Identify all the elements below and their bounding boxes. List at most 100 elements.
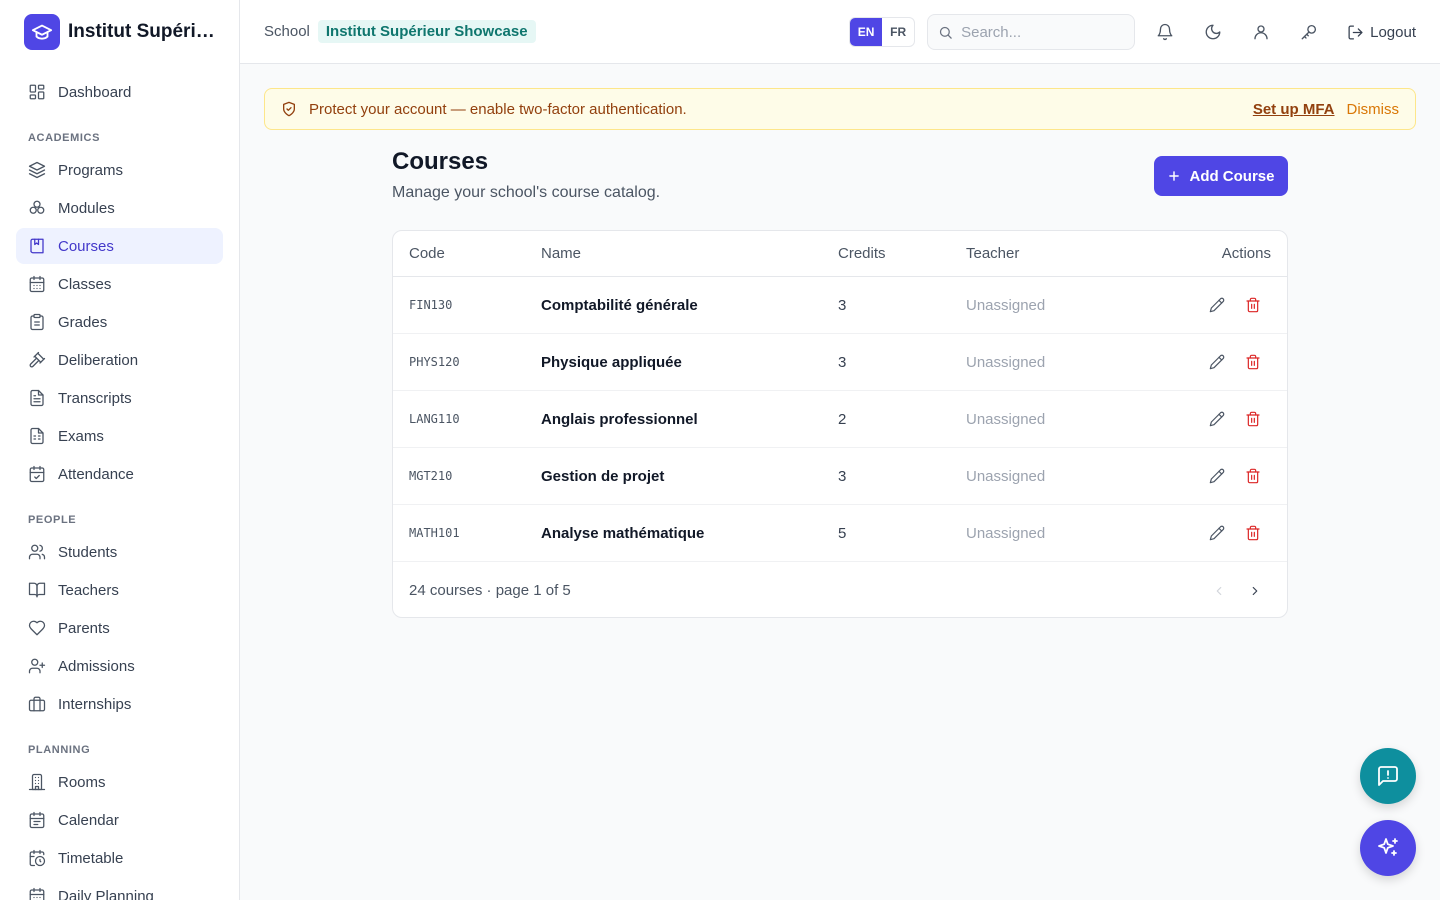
book-open-icon	[28, 581, 46, 599]
sidebar-item-teachers[interactable]: Teachers	[16, 572, 223, 608]
sidebar-item-daily-planning[interactable]: Daily Planning	[16, 878, 223, 900]
edit-button[interactable]	[1205, 521, 1229, 545]
calendar-clock-icon	[28, 849, 46, 867]
col-header-credits[interactable]: Credits	[838, 245, 886, 262]
table-row[interactable]: FIN130 Comptabilité générale 3 Unassigned	[393, 277, 1287, 334]
sidebar-item-modules[interactable]: Modules	[16, 190, 223, 226]
edit-button[interactable]	[1205, 350, 1229, 374]
course-code: MATH101	[409, 526, 460, 540]
sidebar-item-label: Dashboard	[58, 83, 132, 101]
course-credits: 3	[838, 353, 847, 371]
add-course-button[interactable]: Add Course	[1154, 156, 1288, 196]
sidebar-section-planning: PLANNING	[28, 744, 91, 756]
sidebar-item-calendar[interactable]: Calendar	[16, 802, 223, 838]
course-teacher: Unassigned	[966, 524, 1046, 542]
sidebar-item-grades[interactable]: Grades	[16, 304, 223, 340]
lang-fr-button[interactable]: FR	[882, 18, 914, 46]
row-actions	[1205, 293, 1265, 317]
sidebar-item-label: Students	[58, 543, 118, 561]
table-row[interactable]: LANG110 Anglais professionnel 2 Unassigned	[393, 391, 1287, 448]
search-box	[927, 14, 1136, 50]
security-key-button[interactable]	[1291, 14, 1327, 50]
calendar-days-icon	[28, 811, 46, 829]
course-name: Analyse mathématique	[541, 524, 705, 542]
notifications-button[interactable]	[1147, 14, 1183, 50]
course-credits: 3	[838, 296, 847, 314]
briefcase-icon	[28, 695, 46, 713]
delete-button[interactable]	[1241, 407, 1265, 431]
sidebar-item-deliberation[interactable]: Deliberation	[16, 342, 223, 378]
sidebar-item-students[interactable]: Students	[16, 534, 223, 570]
sidebar-item-exams[interactable]: Exams	[16, 418, 223, 454]
delete-button[interactable]	[1241, 350, 1265, 374]
trash-icon	[1245, 525, 1261, 541]
feedback-button[interactable]	[1360, 748, 1416, 804]
logout-button[interactable]: Logout	[1347, 24, 1416, 41]
table-row[interactable]: MATH101 Analyse mathématique 5 Unassigned	[393, 505, 1287, 562]
prev-page-button[interactable]	[1207, 579, 1231, 603]
courses-table: Code Name Credits Teacher Actions FIN130…	[392, 230, 1288, 618]
language-switcher: EN FR	[849, 17, 916, 47]
table-footer: 24 courses · page 1 of 5	[393, 562, 1287, 617]
bell-icon	[1156, 23, 1174, 41]
ai-assistant-button[interactable]	[1360, 820, 1416, 876]
col-header-name[interactable]: Name	[541, 245, 581, 262]
sidebar-item-label: Daily Planning	[58, 887, 154, 900]
sidebar-item-dashboard[interactable]: Dashboard	[16, 74, 223, 110]
course-name: Physique appliquée	[541, 353, 682, 371]
sidebar-item-rooms[interactable]: Rooms	[16, 764, 223, 800]
next-page-button[interactable]	[1243, 579, 1267, 603]
delete-button[interactable]	[1241, 464, 1265, 488]
table-row[interactable]: MGT210 Gestion de projet 3 Unassigned	[393, 448, 1287, 505]
sidebar-item-courses[interactable]: Courses	[16, 228, 223, 264]
sidebar-item-admissions[interactable]: Admissions	[16, 648, 223, 684]
sidebar-item-label: Timetable	[58, 849, 124, 867]
dismiss-button[interactable]: Dismiss	[1347, 101, 1400, 118]
row-actions	[1205, 464, 1265, 488]
file-text-icon	[28, 389, 46, 407]
top-header: School Institut Supérieur Showcase EN FR…	[240, 0, 1440, 64]
sidebar-item-attendance[interactable]: Attendance	[16, 456, 223, 492]
setup-mfa-link[interactable]: Set up MFA	[1253, 101, 1335, 118]
lang-en-button[interactable]: EN	[850, 18, 883, 46]
search-icon	[938, 25, 953, 40]
sidebar-item-timetable[interactable]: Timetable	[16, 840, 223, 876]
col-header-code[interactable]: Code	[409, 245, 445, 262]
breadcrumb-tenant[interactable]: Institut Supérieur Showcase	[317, 20, 536, 43]
search-input[interactable]	[961, 23, 1122, 41]
building-icon	[28, 773, 46, 791]
calendar-icon	[28, 887, 46, 900]
table-body: FIN130 Comptabilité générale 3 Unassigned PH…	[393, 277, 1287, 562]
col-header-teacher[interactable]: Teacher	[966, 245, 1019, 262]
edit-button[interactable]	[1205, 293, 1229, 317]
sidebar-item-label: Calendar	[58, 811, 119, 829]
sidebar-item-transcripts[interactable]: Transcripts	[16, 380, 223, 416]
row-actions	[1205, 350, 1265, 374]
profile-button[interactable]	[1243, 14, 1279, 50]
sidebar-item-classes[interactable]: Classes	[16, 266, 223, 302]
sidebar-item-programs[interactable]: Programs	[16, 152, 223, 188]
layers-icon	[28, 161, 46, 179]
pagination	[1207, 579, 1267, 603]
edit-button[interactable]	[1205, 464, 1229, 488]
table-row[interactable]: PHYS120 Physique appliquée 3 Unassigned	[393, 334, 1287, 391]
course-teacher: Unassigned	[966, 410, 1046, 428]
delete-button[interactable]	[1241, 521, 1265, 545]
modules-icon	[28, 199, 46, 217]
course-teacher: Unassigned	[966, 467, 1046, 485]
course-teacher: Unassigned	[966, 296, 1046, 314]
sidebar-item-internships[interactable]: Internships	[16, 686, 223, 722]
sidebar-item-label: Admissions	[58, 657, 135, 675]
breadcrumb-school[interactable]: School	[264, 23, 310, 40]
delete-button[interactable]	[1241, 293, 1265, 317]
file-sheet-icon	[28, 427, 46, 445]
sidebar-item-label: Attendance	[58, 465, 134, 483]
brand[interactable]: Institut Supérieur Showcase	[0, 0, 239, 64]
sidebar-item-parents[interactable]: Parents	[16, 610, 223, 646]
logout-icon	[1347, 24, 1370, 41]
theme-toggle-button[interactable]	[1195, 14, 1231, 50]
edit-button[interactable]	[1205, 407, 1229, 431]
shield-check-icon	[281, 101, 297, 117]
sidebar-item-label: Internships	[58, 695, 132, 713]
pencil-icon	[1209, 468, 1225, 484]
